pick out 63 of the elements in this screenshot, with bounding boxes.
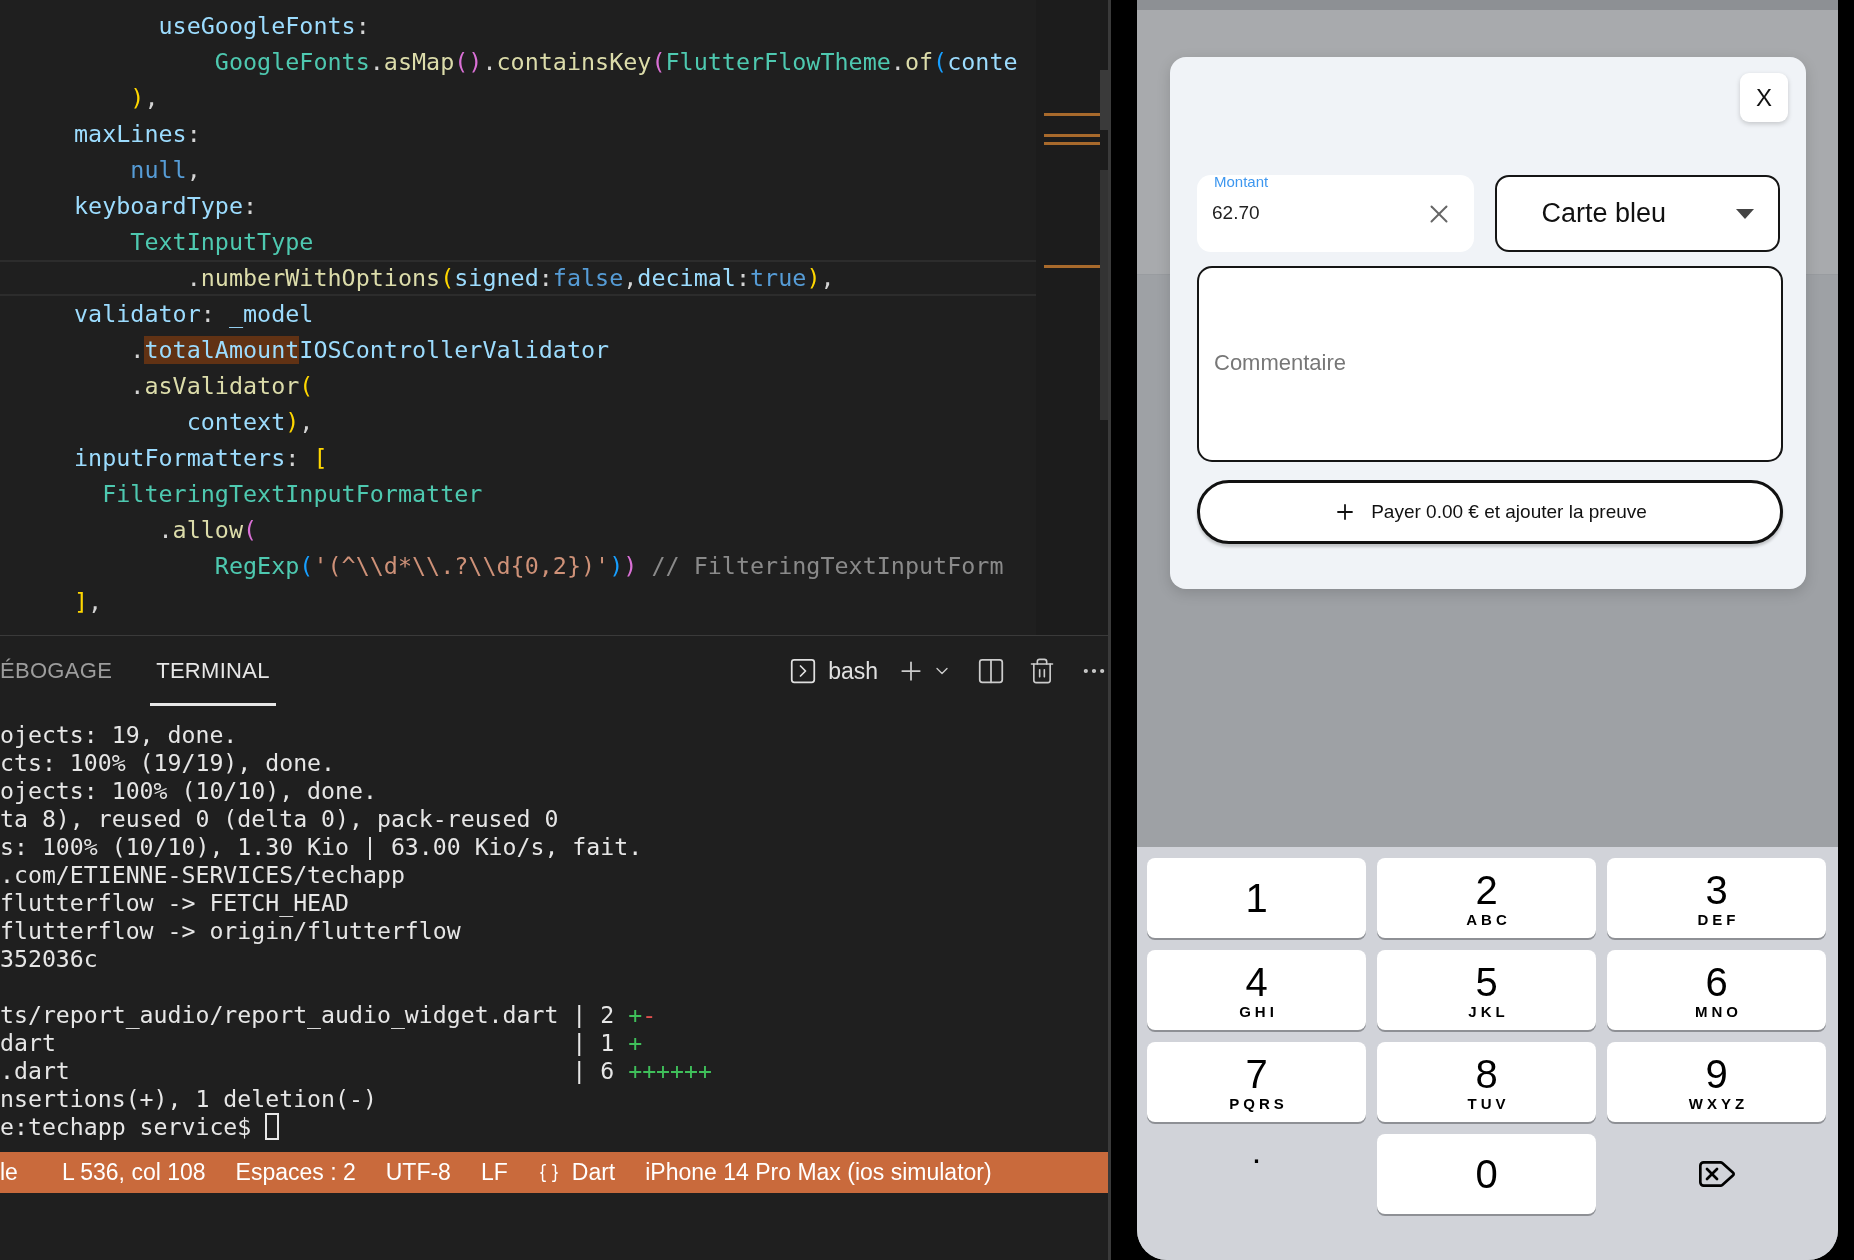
- status-item[interactable]: Dart: [571, 1159, 616, 1186]
- panel-tab[interactable]: TERMINAL: [150, 636, 276, 706]
- keyboard-key[interactable]: 1: [1147, 858, 1366, 938]
- keyboard-key[interactable]: .: [1147, 1134, 1366, 1214]
- code-line: TextInputType: [129, 227, 315, 258]
- close-button[interactable]: X: [1740, 73, 1788, 122]
- terminal-line: ta 8), reused 0 (delta 0), pack-reused 0: [0, 805, 559, 833]
- split-icon[interactable]: [976, 656, 1006, 686]
- payment-method-dropdown[interactable]: Carte bleu: [1495, 175, 1780, 252]
- status-item[interactable]: Espaces : 2: [235, 1159, 356, 1186]
- caret-icon: [1736, 208, 1754, 219]
- terminal-line: .dart | 6 ++++++: [0, 1057, 712, 1085]
- terminal-line: .com/ETIENNE-SERVICES/techapp: [0, 861, 405, 889]
- code-line: maxLines:: [73, 119, 202, 150]
- field-label: Montant: [1214, 173, 1269, 190]
- keyboard-key[interactable]: 0: [1377, 1134, 1596, 1214]
- keyboard-key[interactable]: 2 ABC: [1377, 858, 1596, 938]
- keyboard-key[interactable]: 9 WXYZ: [1607, 1042, 1826, 1122]
- panel-tab[interactable]: ÉBOGAGE: [0, 636, 119, 706]
- keyboard-key[interactable]: 6 MNO: [1607, 950, 1826, 1030]
- terminal-line: flutterflow -> origin/flutterflow: [0, 917, 461, 945]
- terminal-line: dart | 1 +: [0, 1029, 643, 1057]
- code-line: .totalAmountIOSControllerValidator: [129, 335, 611, 366]
- code-line: useGoogleFonts:: [157, 11, 371, 42]
- code-line: ],: [73, 587, 104, 618]
- keyboard-key[interactable]: 7 PQRS: [1147, 1042, 1366, 1122]
- status-item[interactable]: UTF-8: [385, 1159, 451, 1186]
- terminal-line: 352036c: [0, 945, 98, 973]
- trash-icon[interactable]: [1028, 657, 1056, 685]
- code-line: keyboardType:: [73, 191, 259, 222]
- code-line: FilteringTextInputFormatter: [101, 479, 484, 510]
- code-line: ),: [129, 83, 160, 114]
- terminal-line: e:techapp service$: [0, 1113, 280, 1141]
- terminal-line: nsertions(+), 1 deletion(-): [0, 1085, 377, 1113]
- code-line: inputFormatters: [: [73, 443, 329, 474]
- code-line: context),: [185, 407, 315, 438]
- terminal-profile-button[interactable]: bash: [788, 656, 878, 686]
- terminal-line: cts: 100% (19/19), done.: [0, 749, 336, 777]
- status-item[interactable]: LF: [480, 1159, 508, 1186]
- status-item[interactable]: L 536, col 108: [61, 1159, 206, 1186]
- code-line: .allow(: [157, 515, 259, 546]
- code-line: RegExp('(^\\d*\\.?\\d{0,2})')) // FilteringTextInputForm: [213, 551, 1005, 582]
- keyboard-key[interactable]: 8 TUV: [1377, 1042, 1596, 1122]
- pay-button[interactable]: Payer 0.00 € et ajouter la preuve: [1197, 480, 1783, 544]
- terminal-line: ojects: 19, done.: [0, 721, 238, 749]
- terminal-line: ojects: 100% (10/10), done.: [0, 777, 377, 805]
- terminal-line: s: 100% (10/10), 1.30 Kio | 63.00 Kio/s, fait.: [0, 833, 643, 861]
- code-line: GoogleFonts.asMap().containsKey(FlutterFlowTheme.of(conte: [213, 47, 1019, 78]
- status-item[interactable]: iPhone 14 Pro Max (ios simulator): [645, 1159, 992, 1186]
- cursor-icon: [265, 1113, 280, 1140]
- keyboard-key[interactable]: 3 DEF: [1607, 858, 1826, 938]
- amount-field[interactable]: Montant 62.70: [1197, 175, 1475, 252]
- keyboard-key[interactable]: 5 JKL: [1377, 950, 1596, 1030]
- code-line: .asValidator(: [129, 371, 315, 402]
- terminal-line: ts/report_audio/report_audio_widget.dart | 2 +-: [0, 1001, 657, 1029]
- status-item[interactable]: le: [0, 1159, 18, 1186]
- terminal-line: flutterflow -> FETCH_HEAD: [0, 889, 349, 917]
- code-line: null,: [129, 155, 202, 186]
- keyboard-key[interactable]: 4 GHI: [1147, 950, 1366, 1030]
- code-line: .numberWithOptions(signed:false,decimal:true),: [0, 260, 1036, 296]
- code-line: validator: _model: [73, 299, 315, 330]
- comment-field[interactable]: Commentaire: [1197, 266, 1783, 462]
- braces-icon[interactable]: [537, 1161, 560, 1184]
